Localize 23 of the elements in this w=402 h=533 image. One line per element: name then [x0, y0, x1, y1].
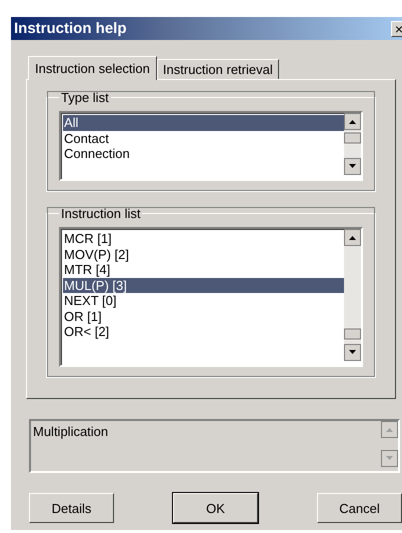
description-text: Multiplication [32, 423, 110, 441]
tab[interactable]: Instruction retrieval [156, 59, 279, 79]
list-item[interactable]: Contact [63, 130, 344, 146]
window-title: Instruction help [13, 20, 126, 37]
scrollbar[interactable] [344, 113, 361, 175]
group-title: Instruction list [60, 206, 142, 221]
list-item[interactable]: MOV(P) [2] [63, 246, 344, 262]
list-item[interactable]: All [63, 115, 344, 130]
list-item[interactable]: NEXT [0] [63, 293, 344, 308]
dialog-button[interactable]: Details [29, 493, 114, 523]
dialog-button[interactable]: Cancel [317, 493, 402, 523]
scrollbar[interactable] [381, 421, 398, 467]
scrollbar[interactable] [344, 229, 361, 361]
group-title: Type list [60, 90, 110, 105]
tab[interactable]: Instruction selection [28, 56, 157, 80]
list-item[interactable]: MCR [1] [63, 231, 344, 246]
close-button[interactable]: × [391, 20, 402, 36]
list-item[interactable]: OR [1] [63, 308, 344, 324]
list-item[interactable]: MUL(P) [3] [63, 278, 344, 293]
list-item[interactable]: OR< [2] [63, 324, 344, 340]
list-item[interactable]: Connection [63, 146, 344, 162]
list-item[interactable]: MTR [4] [63, 262, 344, 278]
dialog-button[interactable]: OK [173, 493, 258, 523]
